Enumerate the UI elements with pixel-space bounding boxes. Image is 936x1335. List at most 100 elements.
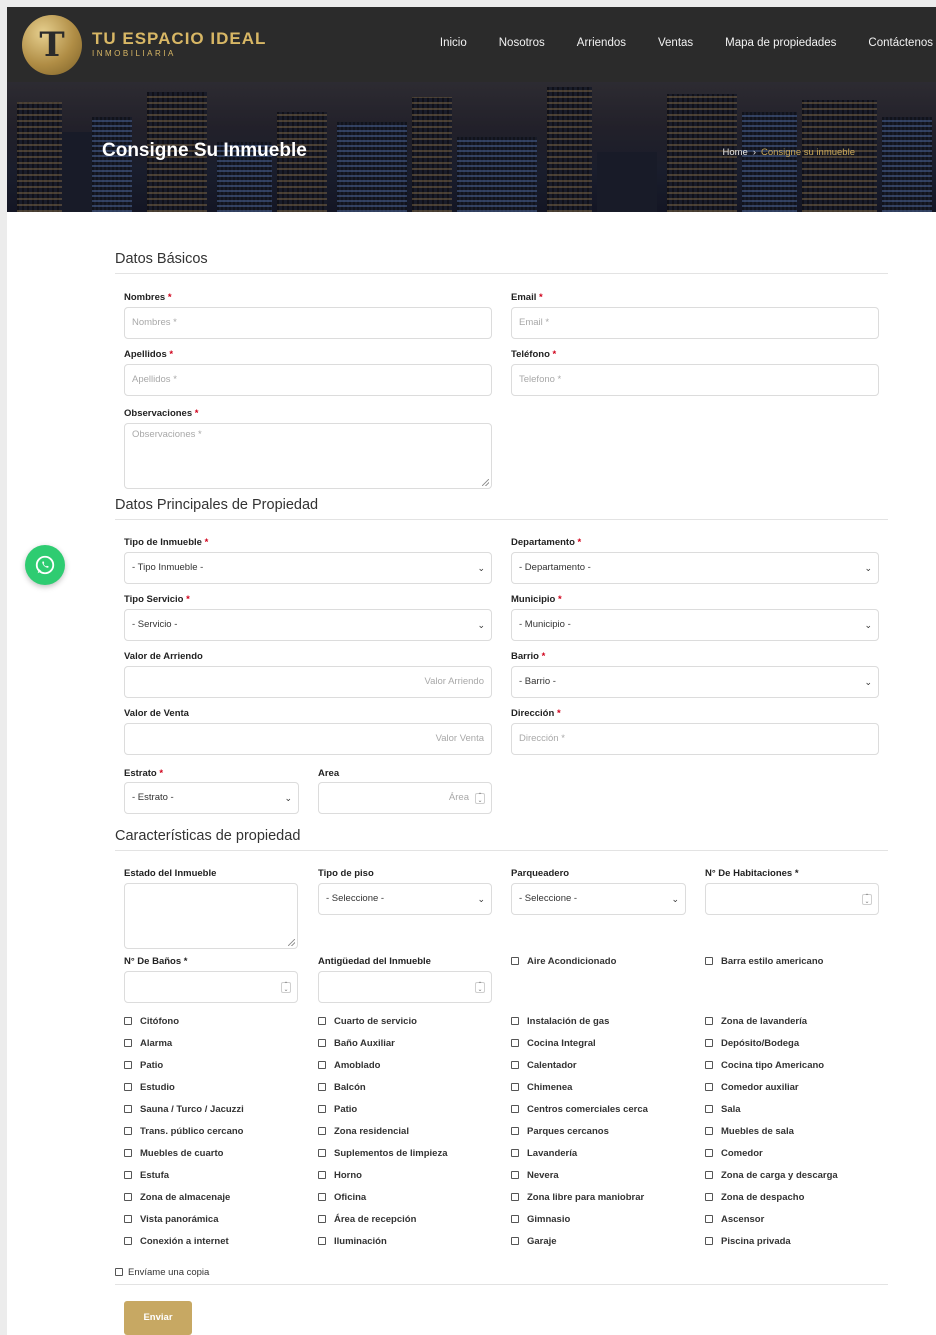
amenity-checkbox[interactable]: Balcón [318, 1082, 366, 1093]
checkbox-icon[interactable] [705, 1017, 713, 1025]
brand-logo-icon[interactable]: T [22, 15, 82, 75]
amenity-checkbox[interactable]: Gimnasio [511, 1214, 570, 1225]
apellidos-field[interactable]: Apellidos * [124, 364, 492, 396]
nav-nosotros[interactable]: Nosotros [483, 37, 561, 49]
checkbox-icon[interactable] [511, 1061, 519, 1069]
checkbox-icon[interactable] [318, 1237, 326, 1245]
brand-name[interactable]: TU ESPACIO IDEAL [92, 29, 266, 49]
checkbox-icon[interactable] [318, 1105, 326, 1113]
amenity-checkbox[interactable]: Chimenea [511, 1082, 572, 1093]
breadcrumb-home[interactable]: Home [722, 147, 747, 158]
nombres-field[interactable]: Nombres * [124, 307, 492, 339]
number-spinner-icon[interactable]: ⌃ ⌄ [475, 793, 485, 804]
checkbox-icon[interactable] [318, 1193, 326, 1201]
amenity-checkbox[interactable]: Zona de lavandería [705, 1016, 807, 1027]
area-field[interactable]: Área ⌃ ⌄ [318, 782, 492, 814]
amenity-checkbox[interactable]: Patio [124, 1060, 163, 1071]
checkbox-icon[interactable] [124, 1193, 132, 1201]
checkbox-icon[interactable] [318, 1171, 326, 1179]
amenity-checkbox[interactable]: Cocina tipo Americano [705, 1060, 824, 1071]
amenity-checkbox[interactable]: Comedor [705, 1148, 763, 1159]
checkbox-icon[interactable] [318, 1127, 326, 1135]
nav-ventas[interactable]: Ventas [642, 37, 709, 49]
amenity-checkbox[interactable]: Piscina privada [705, 1236, 791, 1247]
valor-venta-field[interactable]: Valor Venta [124, 723, 492, 755]
amenity-checkbox[interactable]: Parques cercanos [511, 1126, 609, 1137]
resize-grip-icon[interactable] [288, 939, 295, 946]
amenity-checkbox[interactable]: Horno [318, 1170, 362, 1181]
amenity-checkbox[interactable]: Calentador [511, 1060, 577, 1071]
checkbox-icon[interactable] [318, 1061, 326, 1069]
checkbox-icon[interactable] [511, 957, 519, 965]
checkbox-icon[interactable] [124, 1215, 132, 1223]
amenity-checkbox[interactable]: Muebles de sala [705, 1126, 794, 1137]
municipio-select[interactable]: - Municipio - ⌄ [511, 609, 879, 641]
amenity-checkbox[interactable]: Sala [705, 1104, 741, 1115]
amenity-checkbox[interactable]: Estufa [124, 1170, 169, 1181]
checkbox-icon[interactable] [705, 1237, 713, 1245]
checkbox-icon[interactable] [705, 957, 713, 965]
submit-button[interactable]: Enviar [124, 1301, 192, 1335]
amenity-checkbox[interactable]: Zona de carga y descarga [705, 1170, 838, 1181]
amenity-checkbox[interactable]: Patio [318, 1104, 357, 1115]
checkbox-icon[interactable] [124, 1237, 132, 1245]
amenity-checkbox[interactable]: Sauna / Turco / Jacuzzi [124, 1104, 244, 1115]
tipo-piso-select[interactable]: - Seleccione - ⌄ [318, 883, 492, 915]
amenity-checkbox[interactable]: Instalación de gas [511, 1016, 609, 1027]
habitaciones-field[interactable]: ⌃ ⌄ [705, 883, 879, 915]
amenity-checkbox[interactable]: Amoblado [318, 1060, 380, 1071]
amenity-checkbox[interactable]: Zona libre para maniobrar [511, 1192, 644, 1203]
checkbox-icon[interactable] [511, 1171, 519, 1179]
resize-grip-icon[interactable] [482, 479, 489, 486]
checkbox-icon[interactable] [705, 1215, 713, 1223]
amenity-checkbox[interactable]: Nevera [511, 1170, 559, 1181]
amenity-checkbox[interactable]: Zona de despacho [705, 1192, 804, 1203]
amenity-checkbox[interactable]: Ascensor [705, 1214, 764, 1225]
nav-inicio[interactable]: Inicio [424, 37, 483, 49]
amenity-checkbox[interactable]: Zona residencial [318, 1126, 409, 1137]
amenity-checkbox[interactable]: Garaje [511, 1236, 557, 1247]
checkbox-icon[interactable] [511, 1193, 519, 1201]
checkbox-icon[interactable] [511, 1017, 519, 1025]
amenity-checkbox[interactable]: Lavandería [511, 1148, 577, 1159]
checkbox-icon[interactable] [705, 1061, 713, 1069]
amenity-checkbox[interactable]: Estudio [124, 1082, 175, 1093]
amenity-checkbox[interactable]: Citófono [124, 1016, 179, 1027]
amenity-checkbox[interactable]: Trans. público cercano [124, 1126, 243, 1137]
checkbox-icon[interactable] [124, 1061, 132, 1069]
amenity-checkbox[interactable]: Alarma [124, 1038, 172, 1049]
checkbox-icon[interactable] [124, 1171, 132, 1179]
estado-textarea[interactable] [124, 883, 298, 949]
amenity-checkbox[interactable]: Comedor auxiliar [705, 1082, 799, 1093]
direccion-field[interactable]: Dirección * [511, 723, 879, 755]
checkbox-icon[interactable] [124, 1017, 132, 1025]
checkbox-icon[interactable] [705, 1127, 713, 1135]
checkbox-icon[interactable] [511, 1105, 519, 1113]
amenity-checkbox[interactable]: Oficina [318, 1192, 366, 1203]
observaciones-textarea[interactable]: Observaciones * [124, 423, 492, 489]
checkbox-aire-acondicionado[interactable]: Aire Acondicionado [511, 956, 616, 967]
checkbox-icon[interactable] [318, 1039, 326, 1047]
email-field[interactable]: Email * [511, 307, 879, 339]
amenity-checkbox[interactable]: Baño Auxiliar [318, 1038, 395, 1049]
amenity-checkbox[interactable]: Depósito/Bodega [705, 1038, 799, 1049]
antiguedad-field[interactable]: ⌃ ⌄ [318, 971, 492, 1003]
amenity-checkbox[interactable]: Iluminación [318, 1236, 387, 1247]
amenity-checkbox[interactable]: Conexión a internet [124, 1236, 229, 1247]
barrio-select[interactable]: - Barrio - ⌄ [511, 666, 879, 698]
checkbox-icon[interactable] [124, 1105, 132, 1113]
amenity-checkbox[interactable]: Suplementos de limpieza [318, 1148, 448, 1159]
nav-contactenos[interactable]: Contáctenos [852, 37, 933, 49]
number-spinner-icon[interactable]: ⌃ ⌄ [475, 982, 485, 993]
checkbox-icon[interactable] [318, 1017, 326, 1025]
checkbox-icon[interactable] [124, 1039, 132, 1047]
checkbox-icon[interactable] [511, 1215, 519, 1223]
checkbox-icon[interactable] [705, 1193, 713, 1201]
amenity-checkbox[interactable]: Cocina Integral [511, 1038, 596, 1049]
amenity-checkbox[interactable]: Muebles de cuarto [124, 1148, 223, 1159]
checkbox-icon[interactable] [115, 1268, 123, 1276]
checkbox-icon[interactable] [511, 1149, 519, 1157]
send-copy-checkbox[interactable]: Envíame una copia [115, 1267, 209, 1278]
checkbox-icon[interactable] [318, 1083, 326, 1091]
amenity-checkbox[interactable]: Centros comerciales cerca [511, 1104, 648, 1115]
